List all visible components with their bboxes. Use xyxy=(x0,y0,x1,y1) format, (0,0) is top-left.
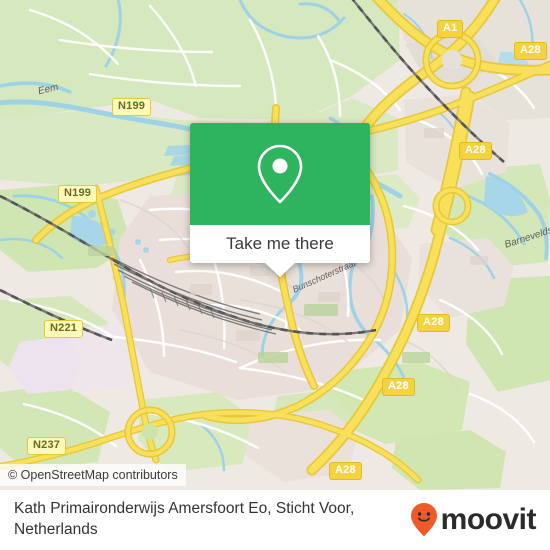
callout-header xyxy=(190,123,370,225)
map-pin-icon xyxy=(257,144,303,204)
take-me-there-callout[interactable]: Take me there xyxy=(190,123,370,277)
moovit-smiley-pin-icon xyxy=(410,503,437,537)
place-title: Kath Primaironderwijs Amersfoort Eo, Sti… xyxy=(14,500,355,538)
moovit-brand[interactable]: moovit xyxy=(409,502,537,538)
moovit-wordmark: moovit xyxy=(440,503,537,536)
road-shield-a28-east: A28 xyxy=(459,142,492,160)
road-shield-a28-south: A28 xyxy=(329,462,362,480)
road-shield-a28-mid: A28 xyxy=(417,314,450,332)
road-shield-a28: A28 xyxy=(514,42,547,60)
road-shield-n199-north: N199 xyxy=(112,98,152,116)
road-shield-n221: N221 xyxy=(44,320,84,338)
page-footer: Kath Primaironderwijs Amersfoort Eo, Sti… xyxy=(0,490,550,550)
road-shield-n237: N237 xyxy=(27,437,67,455)
callout-action-label: Take me there xyxy=(226,234,334,253)
callout-tail xyxy=(265,263,295,277)
road-shield-a1: A1 xyxy=(437,20,464,38)
callout-action[interactable]: Take me there xyxy=(190,225,370,263)
osm-attribution[interactable]: © OpenStreetMap contributors xyxy=(0,464,186,486)
moovit-map-page: A1 A28 N199 N199 A28 N221 A28 A28 N237 A… xyxy=(0,0,550,550)
road-shield-a28-southeast: A28 xyxy=(382,378,415,396)
road-shield-n199-west: N199 xyxy=(58,185,98,203)
